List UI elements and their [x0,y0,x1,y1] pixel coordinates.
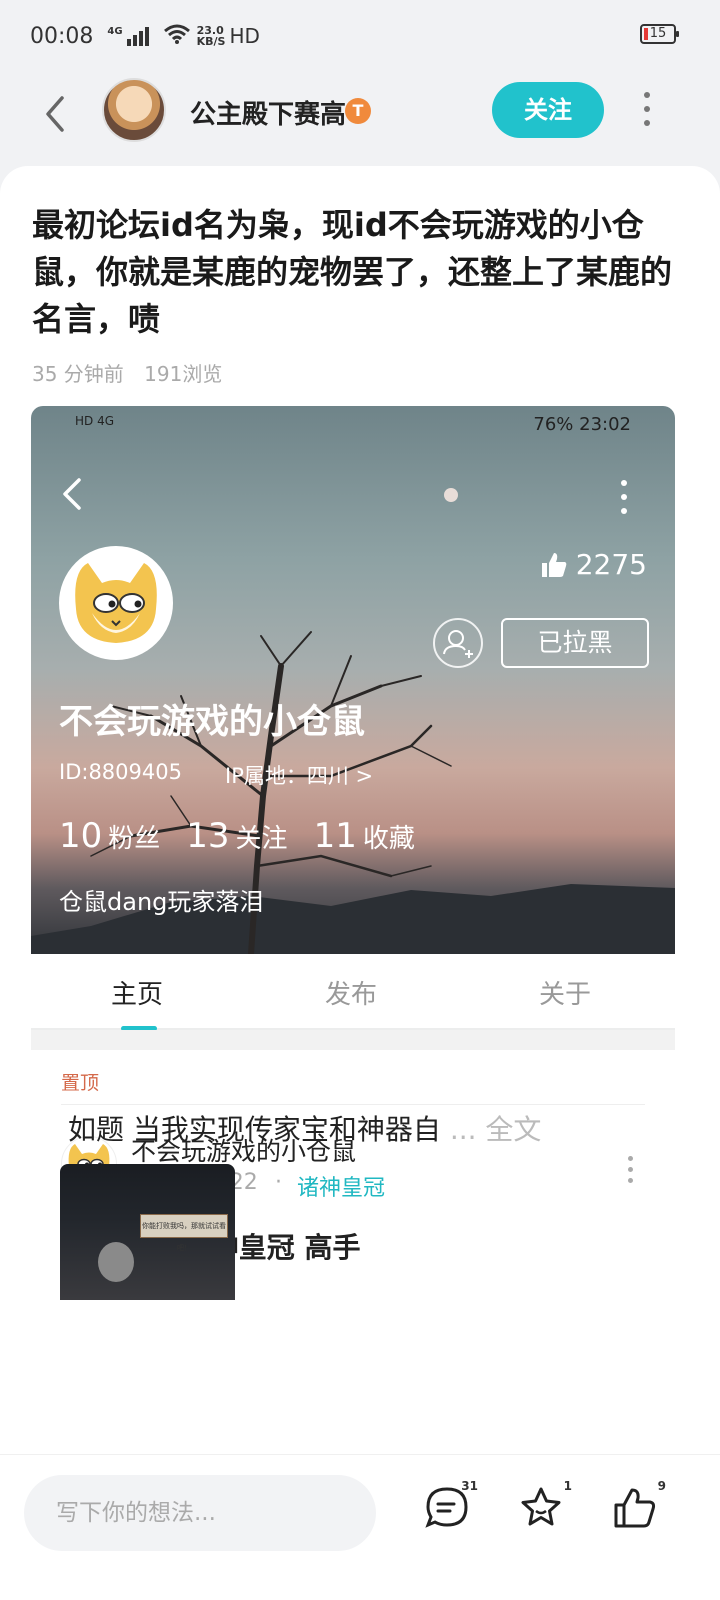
like-button[interactable]: 9 [612,1479,666,1535]
network-speed: 23.0 KB/S [197,25,226,47]
embedded-status-right: 76% 23:02 [533,414,631,435]
post-game-tag: 诸神皇冠 [297,1176,386,1201]
wifi-icon [163,23,191,50]
embedded-status-bar: HD 4G 76% 23:02 [75,414,631,438]
followers-count: 10 [59,816,103,856]
comment-input[interactable]: 写下你的想法... [24,1475,376,1551]
following-label: 关注 [235,824,288,854]
speed-unit: KB/S [196,35,226,48]
favorites-count: 11 [313,816,357,856]
chevron-left-icon [46,96,64,132]
add-friend-icon [433,618,483,668]
status-time: 00:08 [30,23,94,49]
comment-button[interactable]: 31 [424,1479,478,1535]
blocked-button: 已拉黑 [501,618,649,668]
post-meta: 35 分钟前 191浏览 [32,358,222,387]
favorite-count: 1 [563,1479,572,1493]
follow-button[interactable]: 关注 [492,82,604,138]
profile-username: 不会玩游戏的小仓鼠 [59,702,365,742]
tab-home: 主页 [111,980,164,1010]
embedded-back-icon [61,476,83,512]
profile-ip: IP属地：四川 > [225,764,374,788]
thumbs-up-icon [614,1488,656,1528]
favorite-button[interactable]: 1 [518,1479,572,1535]
pinned-label: 置顶 [61,1072,100,1094]
status-bar: 00:08 4G 23.0 KB/S HD 15 [0,0,720,72]
author-name[interactable]: 公主殿下赛高 [190,94,346,131]
followers-label: 粉丝 [108,824,161,854]
profile-likes: 2275 [540,548,647,581]
post-time: 35 分钟前 [32,362,124,386]
thumbnail-dialog: 你能打败我吗，那就试试看吧！ [140,1214,228,1252]
thumbnail-character [98,1242,134,1282]
profile-avatar [59,546,173,660]
post-separator: · [275,1170,282,1195]
profile-stats: 10 粉丝 13 关注 11 收藏 [59,816,441,856]
post-excerpt: 如题 当我实现传家宝和神器自 ... 全文 [68,1108,541,1148]
post-card: 最初论坛id名为枭，现id不会玩游戏的小仓鼠，你就是某鹿的宠物罢了，还整上了某鹿… [0,166,720,1466]
star-icon [521,1487,561,1526]
post-title: 最初论坛id名为枭，现id不会玩游戏的小仓鼠，你就是某鹿的宠物罢了，还整上了某鹿… [32,206,673,338]
title-badge-icon: T [345,98,371,124]
section-gap [31,1030,675,1050]
post-header: 公主殿下赛高 T 关注 [0,72,720,162]
profile-likes-count: 2275 [575,548,647,581]
tab-posts: 发布 [325,980,378,1010]
bottom-action-bar: 写下你的想法... 31 1 9 [0,1454,720,1600]
profile-bio: 仓鼠dang玩家落泪 [59,888,264,916]
thumbs-up-icon [541,552,567,577]
profile-id: ID:8809405 [59,760,182,784]
back-button[interactable] [40,94,70,134]
post-views: 191浏览 [144,362,223,386]
post-thumbnail: 你能打败我吗，那就试试看吧！ [60,1164,235,1300]
favorites-label: 收藏 [362,824,415,854]
profile-tabs: 主页 发布 关于 [31,954,675,1031]
like-count: 9 [657,1479,666,1493]
embedded-more-icon [621,480,627,522]
author-avatar[interactable] [102,78,166,142]
divider [61,1104,645,1105]
post-more-icon [628,1156,633,1189]
battery-icon: 15 [640,24,679,44]
signal-icon: 4G [107,26,149,46]
more-options-button[interactable] [640,92,654,132]
read-more-link: ... 全文 [449,1113,542,1146]
tab-about: 关于 [539,980,592,1010]
moon-decoration [444,488,458,502]
network-label: 4G [107,26,123,37]
following-count: 13 [186,816,230,856]
comment-count: 31 [461,1479,478,1493]
hd-label: HD [229,24,260,48]
embedded-network: HD 4G [75,414,115,428]
excerpt-text: 如题 当我实现传家宝和神器自 [68,1113,441,1146]
